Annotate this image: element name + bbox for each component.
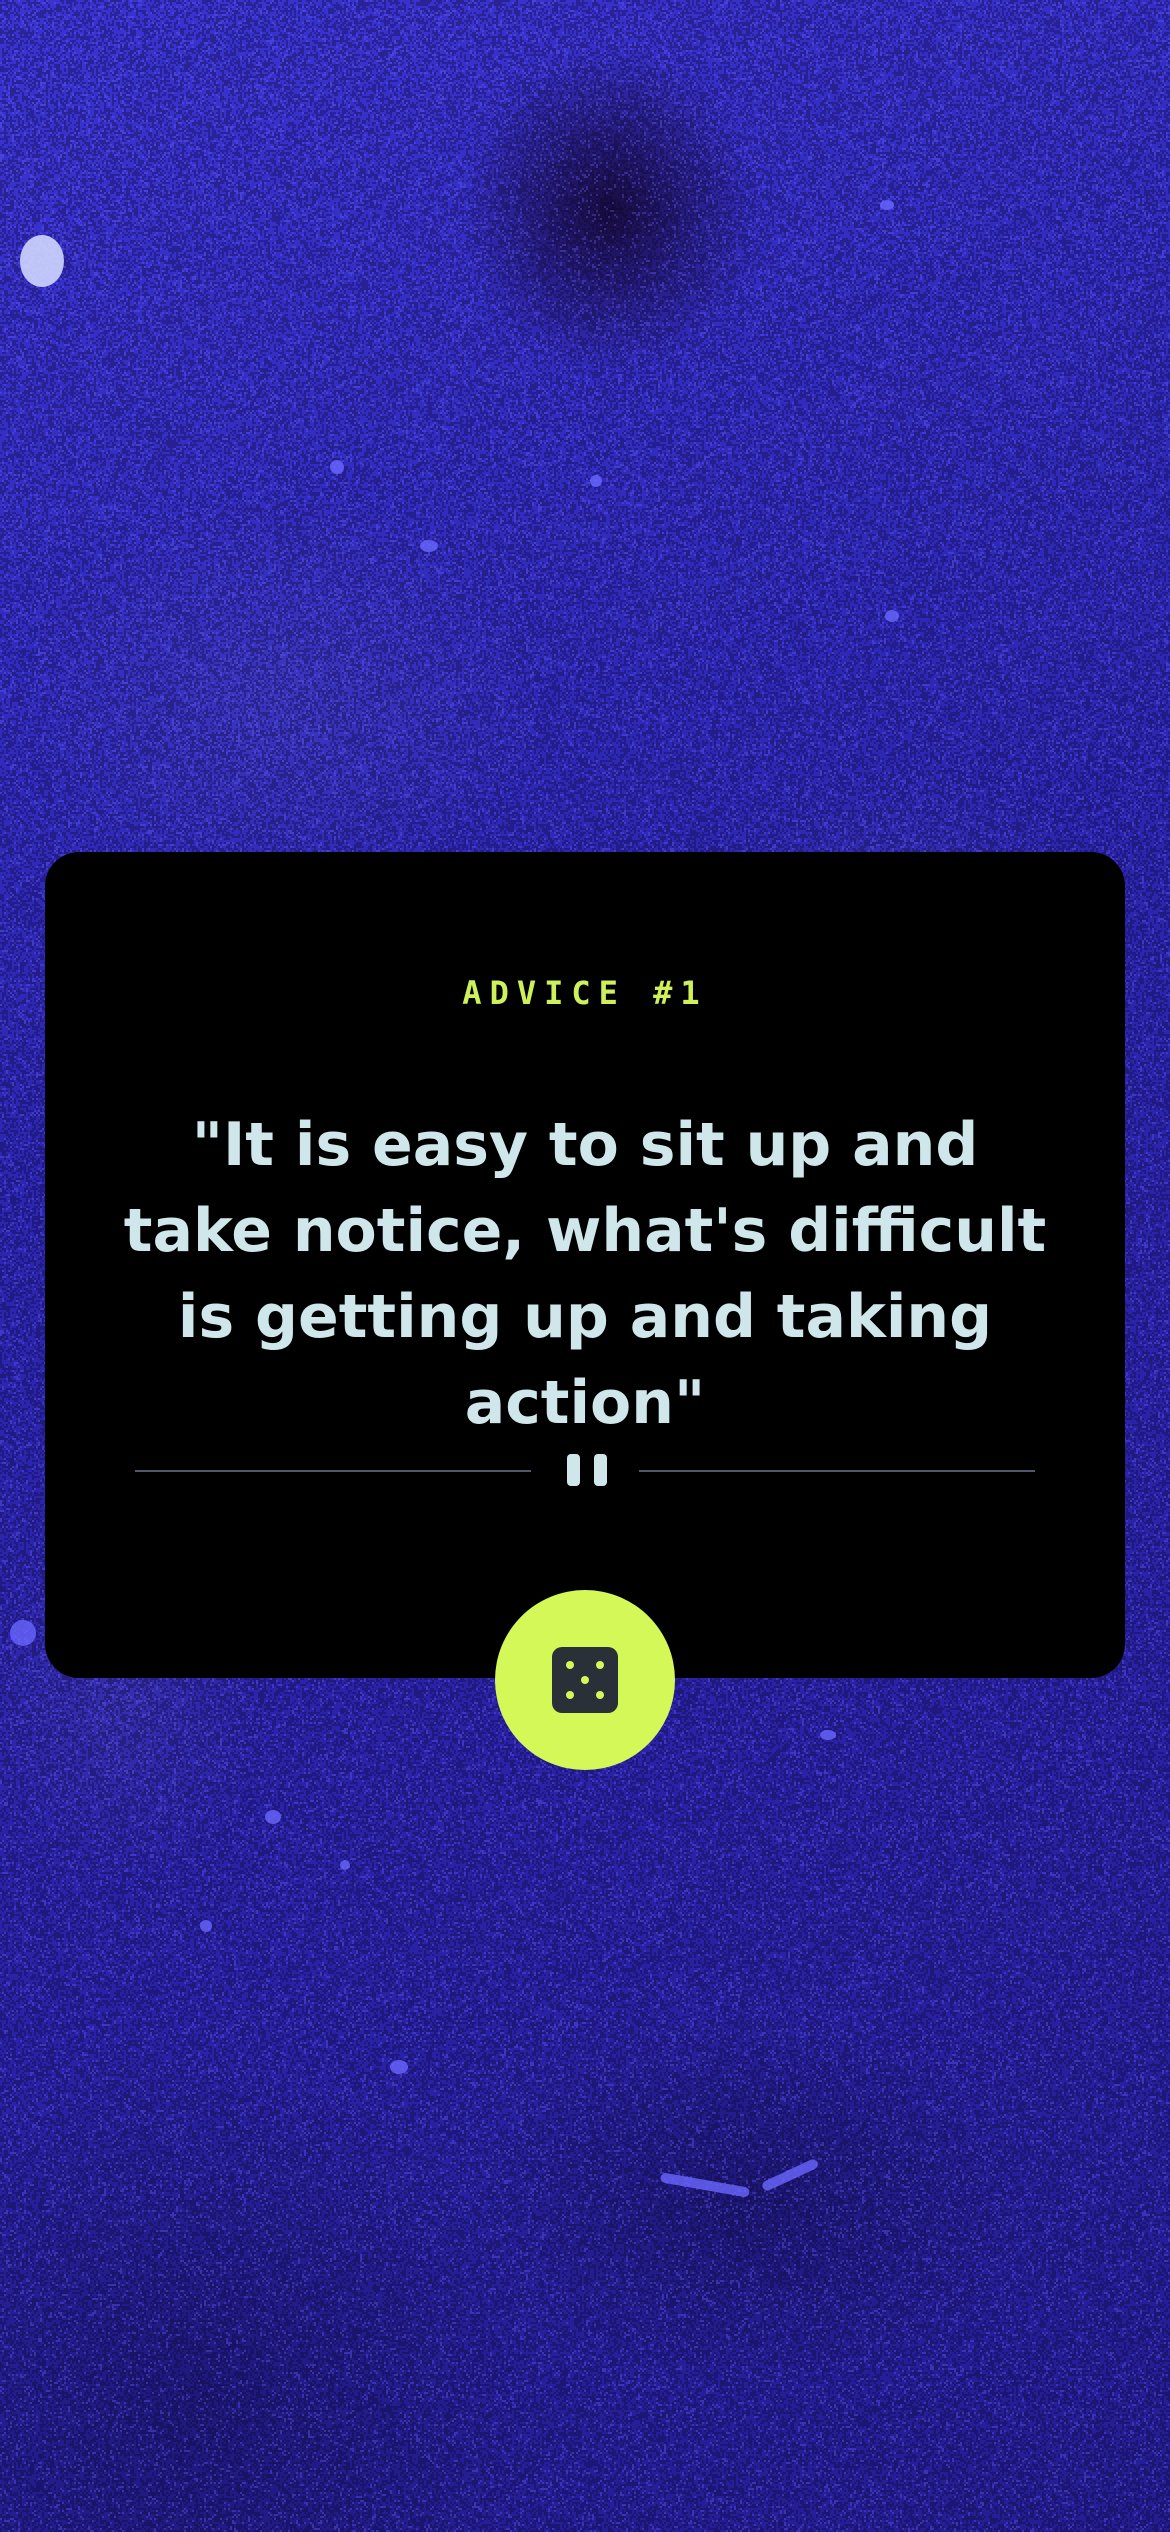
- divider-line-right: [639, 1470, 1035, 1472]
- dice-icon: [552, 1647, 618, 1713]
- pattern-divider: [135, 1446, 1035, 1496]
- background-speck: [820, 1730, 836, 1740]
- background-speck: [885, 610, 899, 622]
- background-speck: [200, 1920, 212, 1932]
- pause-icon: [567, 1454, 607, 1486]
- advice-card: ADVICE #1 "It is easy to sit up and take…: [45, 852, 1125, 1678]
- advice-heading: ADVICE #1: [462, 974, 708, 1012]
- background-speck: [330, 460, 344, 474]
- divider-line-left: [135, 1470, 531, 1472]
- background-speck: [420, 540, 438, 552]
- background-speck: [590, 475, 602, 487]
- new-advice-button[interactable]: [495, 1590, 675, 1770]
- advice-quote: "It is easy to sit up and take notice, w…: [123, 1110, 1047, 1438]
- background-speck: [340, 1860, 350, 1870]
- background-speck: [20, 235, 64, 287]
- background-speck: [10, 1620, 36, 1646]
- background-speck: [265, 1810, 281, 1824]
- background-speck: [880, 200, 894, 210]
- background-speck: [390, 2060, 408, 2074]
